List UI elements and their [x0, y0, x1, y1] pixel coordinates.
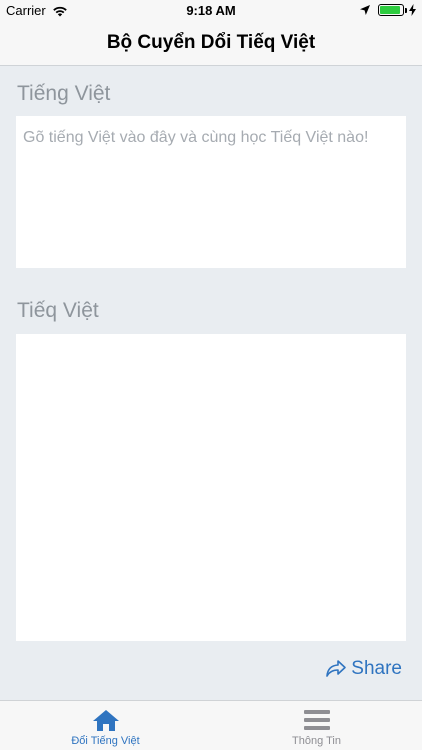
- tab-info-label: Thông Tin: [292, 735, 341, 747]
- tab-bar: Đổi Tiếng Việt Thông Tin: [0, 700, 422, 750]
- vietnamese-input[interactable]: [16, 116, 406, 268]
- tab-convert[interactable]: Đổi Tiếng Việt: [0, 701, 211, 750]
- menu-icon: [303, 710, 330, 730]
- share-icon: [326, 660, 347, 677]
- converted-output[interactable]: [16, 334, 406, 641]
- home-icon: [92, 710, 119, 731]
- share-button[interactable]: Share: [325, 658, 402, 680]
- navigation-bar: Bộ Cuyển Dổi Tiếq Việt: [0, 22, 422, 66]
- status-bar: Carrier 9:18 AM: [0, 0, 422, 22]
- location-arrow-icon: [360, 5, 370, 15]
- tab-convert-label: Đổi Tiếng Việt: [71, 735, 140, 747]
- page-title: Bộ Cuyển Dổi Tiếq Việt: [106, 32, 316, 53]
- tab-info[interactable]: Thông Tin: [211, 701, 422, 750]
- input-section-label: Tiếng Việt: [17, 82, 111, 105]
- share-label: Share: [351, 658, 402, 679]
- output-section-label: Tiếq Việt: [17, 299, 99, 322]
- charging-bolt-icon: [409, 4, 416, 16]
- battery-icon: [378, 4, 407, 16]
- battery-fill: [380, 6, 400, 14]
- status-time: 9:18 AM: [186, 3, 236, 18]
- status-right: [360, 4, 416, 16]
